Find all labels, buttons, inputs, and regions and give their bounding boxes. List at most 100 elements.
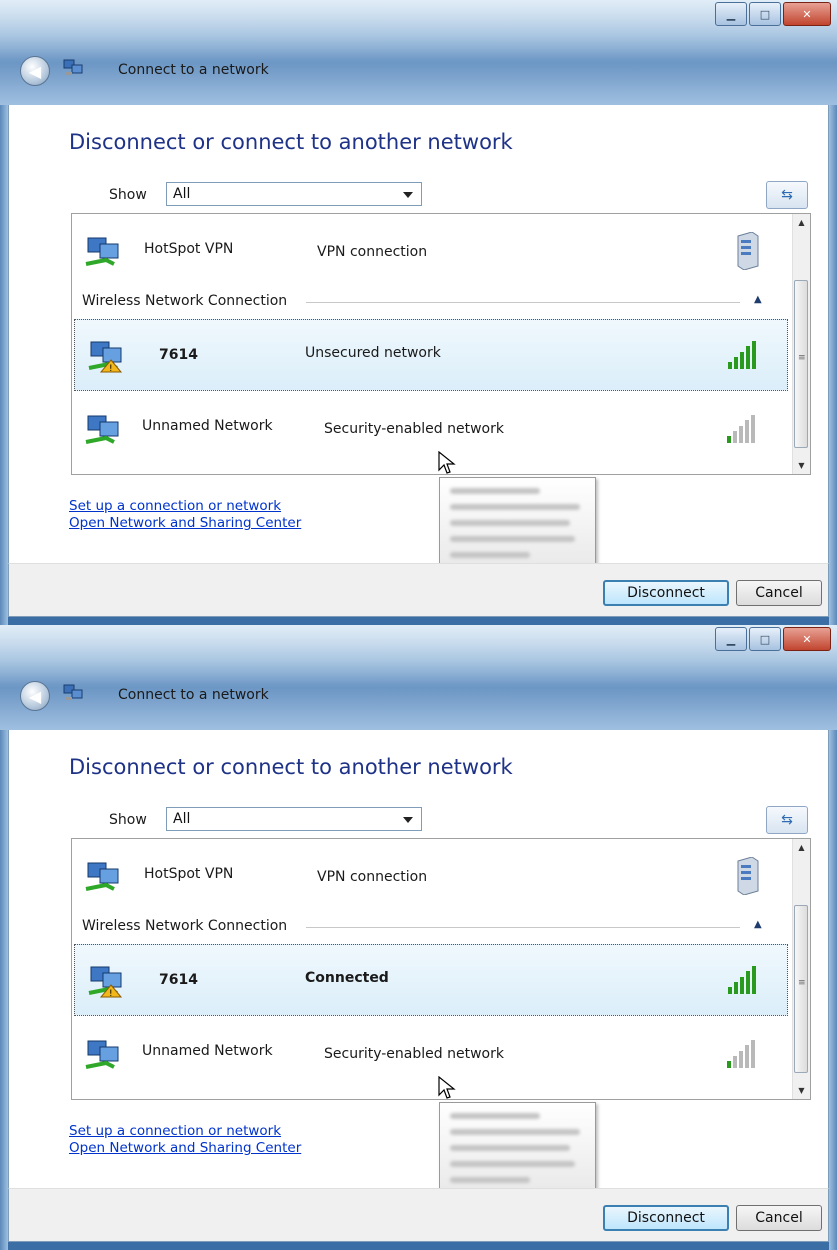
chevron-up-icon[interactable]: ▲ — [754, 919, 762, 930]
list-scrollbar[interactable]: ▲ ≡ ▼ — [792, 839, 810, 1099]
window-frame-right — [829, 730, 837, 1250]
selected-network-name: 7614 — [159, 347, 198, 363]
vpn-name: HotSpot VPN — [144, 241, 234, 257]
signal-bars-icon — [728, 966, 756, 994]
tooltip-blurred-line — [450, 520, 570, 526]
list-item-unnamed-network[interactable]: Unnamed Network Security-enabled network — [72, 1019, 790, 1095]
scroll-thumb[interactable]: ≡ — [794, 280, 808, 448]
selected-network-status: Connected — [305, 970, 389, 986]
window-title: Connect to a network — [118, 62, 269, 78]
refresh-button[interactable]: ⇆ — [766, 806, 808, 834]
cursor-icon — [438, 451, 456, 474]
minimize-button[interactable]: ▁ — [715, 627, 747, 651]
refresh-icon: ⇆ — [781, 812, 793, 828]
tooltip-blurred-line — [450, 1129, 580, 1135]
content-area: Disconnect or connect to another network… — [8, 105, 829, 581]
show-filter-select[interactable]: All — [166, 807, 422, 831]
disconnect-button[interactable]: Disconnect — [603, 1205, 729, 1231]
chevron-down-icon — [403, 192, 413, 198]
cancel-button[interactable]: Cancel — [736, 1205, 822, 1231]
back-arrow-icon: ◀ — [28, 61, 42, 81]
title-bar — [0, 625, 837, 730]
group-label: Wireless Network Connection — [82, 918, 296, 934]
group-header-wireless[interactable]: Wireless Network Connection ▲ — [72, 915, 790, 937]
tooltip-blurred-line — [450, 488, 540, 494]
tooltip-blurred-line — [450, 536, 575, 542]
minimize-icon: ▁ — [726, 632, 736, 646]
footer-bar: Disconnect Cancel — [8, 563, 829, 617]
back-arrow-icon: ◀ — [28, 686, 42, 706]
setup-connection-link[interactable]: Set up a connection or network — [69, 1123, 281, 1139]
scroll-down-icon[interactable]: ▼ — [793, 457, 810, 474]
close-icon: ✕ — [802, 632, 812, 646]
footer-bar: Disconnect Cancel — [8, 1188, 829, 1242]
window-frame-left — [0, 105, 8, 625]
title-bar — [0, 0, 837, 105]
wireless-network-icon: ! — [88, 966, 123, 999]
svg-text:!: ! — [109, 989, 113, 999]
unnamed-network-name: Unnamed Network — [138, 1041, 277, 1061]
group-divider — [306, 927, 740, 928]
vpn-type: VPN connection — [317, 244, 428, 260]
selected-network-name: 7614 — [159, 972, 198, 988]
close-icon: ✕ — [802, 7, 812, 21]
list-item-selected-network[interactable]: ! 7614 Connected — [74, 944, 788, 1016]
close-button[interactable]: ✕ — [783, 2, 831, 26]
tooltip-blurred-line — [450, 552, 530, 558]
caption-buttons: ▁ □ ✕ — [715, 627, 831, 651]
vpn-name: HotSpot VPN — [144, 866, 234, 882]
wireless-network-icon: ! — [88, 341, 123, 374]
group-divider — [306, 302, 740, 303]
connect-window-2: ▁ □ ✕ ◀ Connect to a network Disconnect … — [0, 625, 837, 1250]
content-area: Disconnect or connect to another network… — [8, 730, 829, 1206]
network-sharing-center-link[interactable]: Open Network and Sharing Center — [69, 515, 301, 531]
unnamed-network-name: Unnamed Network — [138, 416, 277, 436]
tooltip-blurred-line — [450, 1161, 575, 1167]
list-item-unnamed-network[interactable]: Unnamed Network Security-enabled network — [72, 394, 790, 470]
vpn-network-icon — [85, 237, 119, 266]
show-filter-value: All — [173, 811, 191, 827]
list-item-vpn[interactable]: HotSpot VPN VPN connection — [72, 839, 790, 915]
scroll-up-icon[interactable]: ▲ — [793, 214, 810, 231]
show-label: Show — [109, 812, 147, 828]
maximize-button[interactable]: □ — [749, 2, 781, 26]
close-button[interactable]: ✕ — [783, 627, 831, 651]
network-icon — [63, 59, 83, 75]
chevron-up-icon[interactable]: ▲ — [754, 294, 762, 305]
tooltip-blurred-line — [450, 1145, 570, 1151]
minimize-button[interactable]: ▁ — [715, 2, 747, 26]
list-scrollbar[interactable]: ▲ ≡ ▼ — [792, 214, 810, 474]
cancel-button[interactable]: Cancel — [736, 580, 822, 606]
page-heading: Disconnect or connect to another network — [69, 130, 513, 154]
network-sharing-center-link[interactable]: Open Network and Sharing Center — [69, 1140, 301, 1156]
list-item-vpn[interactable]: HotSpot VPN VPN connection — [72, 214, 790, 290]
caption-buttons: ▁ □ ✕ — [715, 2, 831, 26]
disconnect-button[interactable]: Disconnect — [603, 580, 729, 606]
connect-window-1: ▁ □ ✕ ◀ Connect to a network Disconnect … — [0, 0, 837, 625]
back-button[interactable]: ◀ — [20, 681, 50, 711]
window-frame-right — [829, 105, 837, 625]
back-button[interactable]: ◀ — [20, 56, 50, 86]
scroll-up-icon[interactable]: ▲ — [793, 839, 810, 856]
page-heading: Disconnect or connect to another network — [69, 755, 513, 779]
network-list[interactable]: HotSpot VPN VPN connection Wireless Netw… — [71, 213, 811, 475]
refresh-icon: ⇆ — [781, 187, 793, 203]
wireless-network-icon — [85, 415, 119, 444]
show-filter-value: All — [173, 186, 191, 202]
maximize-button[interactable]: □ — [749, 627, 781, 651]
list-item-selected-network[interactable]: ! 7614 Unsecured network — [74, 319, 788, 391]
selected-network-status: Unsecured network — [305, 345, 441, 361]
scroll-thumb[interactable]: ≡ — [794, 905, 808, 1073]
group-header-wireless[interactable]: Wireless Network Connection ▲ — [72, 290, 790, 312]
group-label: Wireless Network Connection — [82, 293, 296, 309]
network-list[interactable]: HotSpot VPN VPN connection Wireless Netw… — [71, 838, 811, 1100]
signal-bars-icon — [727, 1040, 755, 1068]
signal-bars-icon — [728, 341, 756, 369]
cursor-icon — [438, 1076, 456, 1099]
server-icon — [737, 857, 759, 895]
scroll-down-icon[interactable]: ▼ — [793, 1082, 810, 1099]
scroll-grip-icon: ≡ — [798, 978, 806, 988]
setup-connection-link[interactable]: Set up a connection or network — [69, 498, 281, 514]
show-filter-select[interactable]: All — [166, 182, 422, 206]
refresh-button[interactable]: ⇆ — [766, 181, 808, 209]
